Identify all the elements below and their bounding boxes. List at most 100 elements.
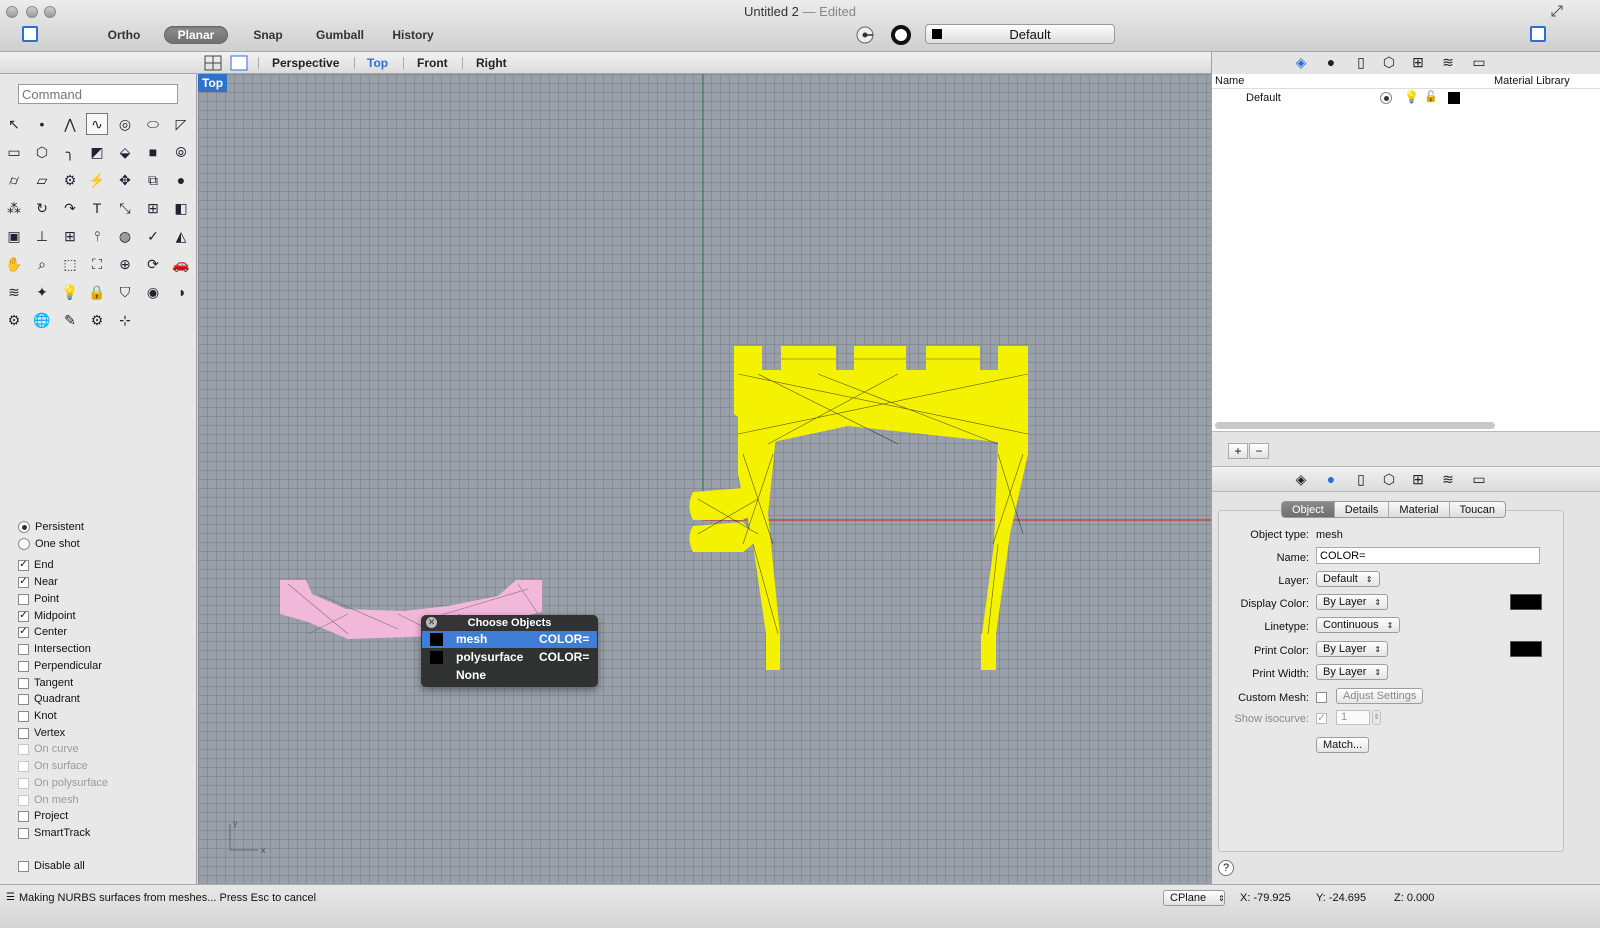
- isocurve-stepper[interactable]: ⇕: [1372, 710, 1381, 725]
- notes-icon[interactable]: ▯: [1351, 53, 1371, 71]
- cube-icon[interactable]: ⬡: [1379, 470, 1399, 488]
- command-input[interactable]: [18, 84, 178, 104]
- current-layer-radio[interactable]: [1380, 92, 1392, 104]
- lock-icon[interactable]: 🔓: [1424, 90, 1438, 103]
- render-icon[interactable]: ▭: [1469, 470, 1489, 488]
- top-viewport[interactable]: Top y x ✕ Choose Objects mesh COLOR= pol…: [198, 74, 1211, 884]
- copy-icon[interactable]: ⧉: [142, 169, 164, 191]
- tab-toucan[interactable]: Toucan: [1450, 502, 1505, 517]
- visible-bulb-icon[interactable]: 💡: [1404, 90, 1419, 104]
- current-layer-popup[interactable]: Default: [925, 24, 1115, 44]
- osnap-tangent[interactable]: Tangent: [18, 675, 73, 691]
- linetype-select[interactable]: Continuous ⇕: [1316, 617, 1401, 633]
- osnap-intersection[interactable]: Intersection: [18, 641, 91, 657]
- layer-plane-icon[interactable]: ≋: [3, 281, 25, 303]
- dimension-tool-icon[interactable]: ⊹: [114, 309, 136, 331]
- four-view-icon[interactable]: [204, 55, 222, 71]
- notes-icon[interactable]: ▯: [1351, 470, 1371, 488]
- fullscreen-icon[interactable]: [1550, 4, 1564, 18]
- add-layer-button[interactable]: +: [1228, 443, 1248, 459]
- name-field[interactable]: [1316, 547, 1540, 564]
- show-isocurve-checkbox[interactable]: ✓: [1316, 713, 1327, 724]
- custom-mesh-checkbox[interactable]: [1316, 692, 1327, 703]
- choose-item-mesh[interactable]: mesh COLOR=: [422, 631, 597, 648]
- analyze-icon[interactable]: ◍: [114, 225, 136, 247]
- display-mode-icon[interactable]: [891, 25, 911, 45]
- osnap-quadrant[interactable]: Quadrant: [18, 691, 80, 707]
- move-icon[interactable]: ✥: [114, 169, 136, 191]
- remove-layer-button[interactable]: −: [1249, 443, 1269, 459]
- osnap-midpoint[interactable]: ✓ Midpoint: [18, 608, 76, 624]
- zoom-selected-icon[interactable]: ⊕: [114, 253, 136, 275]
- cube-icon[interactable]: ⬡: [1379, 53, 1399, 71]
- select-arrow-icon[interactable]: ↖: [3, 113, 25, 135]
- osnap-project[interactable]: Project: [18, 808, 68, 824]
- polyline-icon[interactable]: ⋀: [59, 113, 81, 135]
- polygon-icon[interactable]: ⬡: [31, 141, 53, 163]
- sidebar-toggle-icon[interactable]: [22, 26, 38, 42]
- tab-object[interactable]: Object: [1282, 502, 1335, 517]
- viewports-icon[interactable]: ⊞: [1408, 470, 1428, 488]
- globe-icon[interactable]: 🌐: [31, 309, 53, 331]
- viewports-icon[interactable]: ⊞: [1408, 53, 1428, 71]
- curve-icon[interactable]: ∿: [86, 113, 108, 135]
- osnap-vertex[interactable]: Vertex: [18, 725, 65, 741]
- print-color-select[interactable]: By Layer ⇕: [1316, 641, 1389, 657]
- osnap-end[interactable]: ✓ End: [18, 557, 54, 573]
- array-icon[interactable]: ⊞: [142, 197, 164, 219]
- print-color-swatch[interactable]: [1510, 641, 1542, 657]
- layer-states-icon[interactable]: ≋: [1438, 470, 1458, 488]
- display-color-select[interactable]: By Layer ⇕: [1316, 594, 1389, 610]
- bend-icon[interactable]: ↷: [59, 197, 81, 219]
- osnap-persistent[interactable]: Persistent: [18, 519, 84, 535]
- dimension-icon[interactable]: ⊥: [31, 225, 53, 247]
- adjust-settings-button[interactable]: Adjust Settings: [1336, 688, 1424, 704]
- print-width-select[interactable]: By Layer ⇕: [1316, 664, 1389, 680]
- render-icon[interactable]: ⚙: [3, 309, 25, 331]
- tab-perspective[interactable]: Perspective: [272, 56, 339, 70]
- mirror-icon[interactable]: ◧: [170, 197, 192, 219]
- ortho-button[interactable]: Ortho: [104, 26, 144, 44]
- tab-material[interactable]: Material: [1389, 502, 1450, 517]
- zoom-extents-icon[interactable]: ⛶: [86, 253, 108, 275]
- osnap-smarttrack[interactable]: SmartTrack: [18, 825, 90, 841]
- layers-icon[interactable]: ◈: [1291, 470, 1311, 488]
- points-on-icon[interactable]: ⁂: [3, 197, 25, 219]
- horizontal-scrollbar[interactable]: [1215, 422, 1495, 429]
- cplane-select[interactable]: CPlane ⇕: [1163, 890, 1225, 906]
- circle-icon[interactable]: ◎: [114, 113, 136, 135]
- point-icon[interactable]: •: [31, 113, 53, 135]
- car-icon[interactable]: 🚗: [170, 253, 192, 275]
- close-popup-icon[interactable]: ✕: [426, 617, 437, 628]
- grid-icon[interactable]: ⊞: [59, 225, 81, 247]
- properties-icon[interactable]: ✦: [31, 281, 53, 303]
- rectangle-icon[interactable]: ▭: [3, 141, 25, 163]
- settings-icon[interactable]: ⚙: [86, 309, 108, 331]
- osnap-perpendicular[interactable]: Perpendicular: [18, 658, 102, 674]
- tab-top[interactable]: Top: [367, 56, 388, 70]
- text-icon[interactable]: T: [86, 197, 108, 219]
- ellipse-icon[interactable]: ⬭: [142, 113, 164, 135]
- display-color-swatch[interactable]: [1510, 594, 1542, 610]
- osnap-near[interactable]: ✓ Near: [18, 574, 58, 590]
- fillet-icon[interactable]: ╮: [59, 141, 81, 163]
- snap-button[interactable]: Snap: [250, 26, 286, 44]
- split-icon[interactable]: ⚡: [86, 169, 108, 191]
- boolean-icon[interactable]: ⦾: [170, 141, 192, 163]
- match-button[interactable]: Match...: [1316, 737, 1370, 753]
- rotate-view-icon[interactable]: ⟳: [142, 253, 164, 275]
- inspector-toggle-icon[interactable]: [1530, 26, 1546, 42]
- block-icon[interactable]: ▣: [3, 225, 25, 247]
- zoom-window-icon[interactable]: ⬚: [59, 253, 81, 275]
- isocurve-density-field[interactable]: 1: [1336, 710, 1370, 725]
- extrude-icon[interactable]: ⬙: [114, 141, 136, 163]
- osnap-one-shot[interactable]: One shot: [18, 536, 80, 552]
- arc-icon[interactable]: ◸: [170, 113, 192, 135]
- planar-button[interactable]: Planar: [164, 26, 228, 44]
- scale-icon[interactable]: ⤡: [114, 197, 136, 219]
- osnap-knot[interactable]: Knot: [18, 708, 57, 724]
- tab-details[interactable]: Details: [1335, 502, 1390, 517]
- properties-icon[interactable]: ●: [1321, 53, 1341, 71]
- record-history-icon[interactable]: [855, 26, 875, 44]
- history-button[interactable]: History: [388, 26, 438, 44]
